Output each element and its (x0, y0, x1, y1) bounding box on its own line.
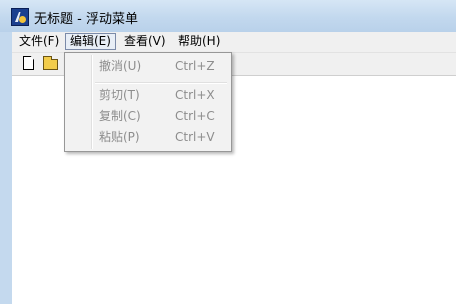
menu-item-copy[interactable]: 复制(C) Ctrl+C (67, 106, 229, 126)
title-bar[interactable]: 无标题 - 浮动菜单 (0, 0, 456, 32)
menu-separator (95, 82, 227, 84)
open-folder-button[interactable] (42, 55, 60, 73)
menu-item-shortcut: Ctrl+V (175, 130, 215, 144)
menu-edit[interactable]: 编辑(E) (65, 33, 116, 50)
menu-item-shortcut: Ctrl+Z (175, 59, 215, 73)
app-icon[interactable] (11, 8, 29, 26)
menu-bar: 文件(F) 编辑(E) 查看(V) 帮助(H) (12, 32, 456, 53)
menu-file[interactable]: 文件(F) (15, 33, 63, 50)
menu-item-undo[interactable]: 撤消(U) Ctrl+Z (67, 56, 229, 76)
new-document-button[interactable] (20, 55, 38, 73)
menu-item-shortcut: Ctrl+C (175, 109, 215, 123)
menu-item-label: 撤消(U) (99, 59, 142, 73)
menu-item-label: 剪切(T) (99, 88, 140, 102)
menu-view[interactable]: 查看(V) (120, 33, 170, 50)
window-title: 无标题 - 浮动菜单 (34, 12, 138, 27)
menu-item-cut[interactable]: 剪切(T) Ctrl+X (67, 85, 229, 105)
new-document-icon (23, 56, 34, 70)
menu-item-shortcut: Ctrl+X (175, 88, 215, 102)
open-folder-icon (43, 56, 58, 70)
menu-item-label: 粘贴(P) (99, 130, 140, 144)
menu-item-label: 复制(C) (99, 109, 141, 123)
menu-help[interactable]: 帮助(H) (174, 33, 224, 50)
edit-menu-dropdown: 撤消(U) Ctrl+Z 剪切(T) Ctrl+X 复制(C) Ctrl+C 粘… (64, 52, 232, 152)
menu-item-paste[interactable]: 粘贴(P) Ctrl+V (67, 127, 229, 147)
